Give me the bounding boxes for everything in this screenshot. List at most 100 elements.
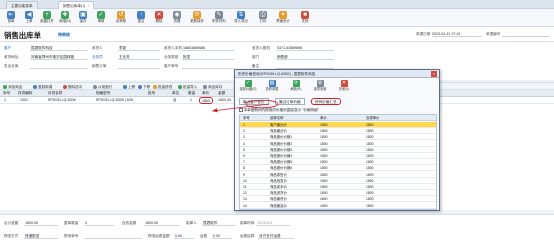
dept-field[interactable]: 销售部 xyxy=(276,54,334,60)
price-cell[interactable]: 1800 xyxy=(199,97,213,104)
ship-no-field[interactable] xyxy=(84,233,142,239)
column-header[interactable]: 单位 xyxy=(172,90,179,97)
document-icon: ▤ xyxy=(268,80,276,87)
tab-recent-customer-price[interactable]: 最近客户售价 xyxy=(239,98,269,105)
fee-settle-field[interactable]: 对方支付运费 xyxy=(258,233,294,239)
price-row[interactable]: 12 商品进货价 1800 1800 xyxy=(240,190,436,197)
tab-recent-order-price[interactable]: 最近订单价格 xyxy=(275,98,305,105)
import-button[interactable]: ⇅ 导入导出 xyxy=(232,10,250,26)
price-row[interactable]: 2 商品最近价 1800 1800 xyxy=(240,128,436,135)
price-row[interactable]: 8 商品报价价格6 1800 1800 xyxy=(240,165,436,172)
price-row[interactable]: 9 商品零售价 1800 1800 xyxy=(240,172,436,178)
price-row[interactable]: 6 商品报价价格4 1800 1800 xyxy=(240,153,436,159)
fee-field[interactable]: 0.00 xyxy=(212,233,232,239)
tax-price-cell: 1800 xyxy=(366,147,374,152)
tab-sales-outbound[interactable]: 销售出库单(1) × xyxy=(58,1,95,9)
customer-label[interactable]: 客户 xyxy=(4,46,11,51)
spec-cell[interactable]: EPSON LQ-630K | 62K xyxy=(96,97,133,104)
contact-field[interactable]: 李如 xyxy=(118,45,160,51)
checkbox[interactable] xyxy=(239,108,243,112)
customer-field[interactable]: 昆君软件科技 xyxy=(30,45,88,51)
prev-button[interactable]: ◀ 上单 xyxy=(20,10,38,26)
price-note[interactable]: 本单据期间内使用的价格则直接显示 "价格明细" xyxy=(239,108,319,113)
attach-button[interactable]: ✎ 附件材料 xyxy=(210,10,228,26)
date-field[interactable]: 2023-04-11 17:13 xyxy=(432,31,482,37)
tab-main-menu[interactable]: 主要功能菜单 xyxy=(6,1,38,9)
price-row[interactable]: 7 商品报价价格5 1800 1800 xyxy=(240,159,436,166)
close-button[interactable]: ■ 关闭 xyxy=(296,10,314,26)
uncheck-button[interactable]: ↺ 反审核 xyxy=(112,10,130,26)
update-button[interactable]: ⟳ 更新操作 xyxy=(188,10,206,26)
order-field[interactable] xyxy=(118,63,160,69)
ship-fee-field[interactable]: 0.00 xyxy=(174,233,194,239)
amount-cell[interactable]: 1800.00 xyxy=(218,97,231,104)
column-header[interactable]: 序号 xyxy=(3,90,10,97)
close-icon[interactable]: × xyxy=(431,71,437,77)
delete-button[interactable]: ✕ 删除 xyxy=(150,10,168,26)
price-row[interactable]: 1 客户最近价 1800 1800 xyxy=(240,122,436,128)
price-row[interactable]: 5 商品报价价格3 1800 1800 xyxy=(240,147,436,153)
tel-field[interactable]: 0371-63569898 xyxy=(276,45,334,51)
price-type-cell: 商品报价价格6 xyxy=(270,166,293,171)
column-header[interactable]: 单价 xyxy=(202,90,209,97)
design-button[interactable]: ✦ 界面设计 xyxy=(274,10,292,26)
price-row[interactable]: 4 商品报价价格2 1800 1800 xyxy=(240,141,436,147)
qty-cell[interactable]: 1 xyxy=(190,97,192,104)
print-button[interactable]: ⎙ 打印 xyxy=(254,10,272,26)
document-tab-bar: 主要功能菜单 销售出库单(1) × xyxy=(0,0,554,9)
add-button[interactable]: ✚ 新增(N) xyxy=(56,10,74,26)
options-button[interactable]: ⚙ 选项设置 xyxy=(309,80,331,94)
address-field[interactable]: 河南省郑州市惠济区园林路 xyxy=(30,54,88,60)
first-button[interactable]: ⇤ 首单 xyxy=(2,10,20,26)
logistics-field[interactable]: 快递配送 xyxy=(24,233,58,239)
close-icon: ✕ xyxy=(340,80,348,87)
maker-label: 制单人 xyxy=(186,221,197,225)
number-field[interactable] xyxy=(502,31,550,37)
tax-price-cell: 1800 xyxy=(366,191,374,196)
price-cell: 1800 xyxy=(320,123,328,127)
price-row[interactable]: 14 商品最高价 1800 1800 xyxy=(240,203,436,209)
view-doc-button[interactable]: ▤ 查看单据 xyxy=(261,80,283,94)
ship-type-field[interactable]: 批发 xyxy=(182,54,234,60)
save-button[interactable]: ▣ 保存 xyxy=(74,10,92,26)
close-tab-icon[interactable]: × xyxy=(87,4,89,8)
view-button[interactable]: ◉ 查看 xyxy=(168,10,186,26)
check-button[interactable]: ✓ 审核 xyxy=(92,10,110,26)
select-price-button[interactable]: ✓ 选择价格(S) xyxy=(237,80,259,94)
column-header[interactable]: 金额 xyxy=(218,90,225,97)
tax-price-cell: 1800 xyxy=(366,172,374,177)
settle-field[interactable] xyxy=(30,63,88,69)
item-name-cell[interactable]: EPSON LQ-630K xyxy=(48,97,76,104)
add-icon: ✚ xyxy=(61,11,69,19)
ticket-field[interactable] xyxy=(182,63,234,69)
item-code-cell[interactable]: 1001 xyxy=(20,97,28,104)
tax-price-cell: 1800 xyxy=(366,197,374,202)
price-row[interactable]: 13 商品最低价 1800 1800 xyxy=(240,196,436,203)
column-header[interactable]: 存货名称 xyxy=(48,90,62,97)
submit-button[interactable]: ↑ 提交 xyxy=(132,10,150,26)
close-dialog-button[interactable]: ✕ 关闭(X) xyxy=(333,80,355,94)
column-header[interactable]: 存货编码 xyxy=(18,90,32,97)
import-icon: ⇅ xyxy=(237,11,245,19)
unit-cell[interactable]: 台 xyxy=(173,97,177,104)
price-cell: 1800 xyxy=(320,178,328,183)
tab-all-price-summary[interactable]: 所有价格汇总 xyxy=(311,98,341,105)
new-open-button[interactable]: + 新建打开 xyxy=(38,10,56,26)
price-type-cell: 商品最低价 xyxy=(270,197,287,202)
column-header[interactable]: 批号 xyxy=(148,90,155,97)
price-cell: 1800 xyxy=(320,141,328,146)
salesman-field[interactable]: 王业务 xyxy=(118,54,160,60)
price-type-cell: 商品最近价 xyxy=(270,129,287,134)
salesman-label[interactable]: 业务员 xyxy=(92,55,103,60)
phone-field[interactable]: 16803689686 xyxy=(182,45,234,51)
column-header[interactable]: 规格型号 xyxy=(96,90,110,97)
refresh-button[interactable]: ⟳ 刷新(R) xyxy=(285,80,307,94)
design-icon: ✦ xyxy=(279,11,287,19)
price-type-cell: 商品报价价格1 xyxy=(270,135,293,140)
tax-price-cell: 1800 xyxy=(366,129,374,134)
check-icon: ✓ xyxy=(97,11,105,19)
price-row[interactable]: 11 商品成本价 1800 1800 xyxy=(240,184,436,190)
price-row[interactable]: 10 商品批发价 1800 1800 xyxy=(240,178,436,184)
price-row[interactable]: 3 商品报价价格1 1800 1800 xyxy=(240,134,436,141)
column-header[interactable]: 数量 xyxy=(188,90,195,97)
